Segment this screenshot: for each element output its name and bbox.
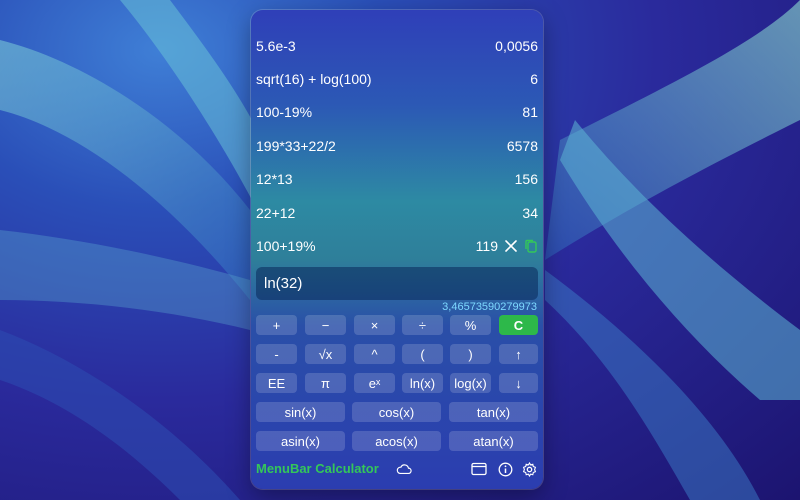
result-preview: 3,46573590279973 — [442, 301, 537, 313]
pi-button[interactable]: π — [305, 373, 346, 393]
history-row[interactable]: 100-19% 81 — [251, 102, 543, 122]
history-row[interactable]: sqrt(16) + log(100) 6 — [251, 69, 543, 89]
history-expression: 12*13 — [256, 171, 293, 187]
copy-icon[interactable] — [524, 239, 538, 253]
acos-button[interactable]: acos(x) — [352, 431, 441, 451]
gear-icon[interactable] — [521, 461, 537, 477]
history-expression: 100+19% — [256, 238, 316, 254]
tan-button[interactable]: tan(x) — [449, 402, 538, 422]
history-result: 81 — [522, 104, 538, 120]
exponent-ee-button[interactable]: EE — [256, 373, 297, 393]
history-result: 6578 — [506, 138, 538, 154]
multiply-button[interactable]: × — [354, 315, 395, 335]
history-down-button[interactable]: ↓ — [499, 373, 538, 393]
history-result: 0,0056 — [495, 38, 538, 54]
negate-button[interactable]: - — [256, 344, 297, 364]
history-expression: 22+12 — [256, 205, 296, 221]
history-up-button[interactable]: ↑ — [499, 344, 538, 364]
divide-button[interactable]: ÷ — [402, 315, 443, 335]
history-result: 156 — [514, 171, 538, 187]
info-icon[interactable] — [497, 461, 513, 477]
atan-button[interactable]: atan(x) — [449, 431, 538, 451]
exp-button[interactable]: eˣ — [354, 373, 395, 393]
log-button[interactable]: log(x) — [450, 373, 491, 393]
close-paren-button[interactable]: ) — [450, 344, 491, 364]
delete-icon[interactable] — [504, 239, 518, 253]
history-expression: 199*33+22/2 — [256, 138, 336, 154]
power-button[interactable]: ^ — [354, 344, 395, 364]
plus-button[interactable]: + — [256, 315, 297, 335]
history-result: 119 — [475, 238, 498, 254]
window-icon[interactable] — [471, 461, 487, 477]
sqrt-button[interactable]: √x — [305, 344, 346, 364]
expression-input[interactable]: ln(32) — [256, 267, 538, 300]
history-row[interactable]: 199*33+22/2 6578 — [251, 136, 543, 156]
history-expression: 5.6e-3 — [256, 38, 296, 54]
cloud-icon[interactable] — [396, 461, 412, 477]
asin-button[interactable]: asin(x) — [256, 431, 345, 451]
percent-button[interactable]: % — [450, 315, 491, 335]
history-result: 6 — [530, 71, 538, 87]
open-paren-button[interactable]: ( — [402, 344, 443, 364]
history-expression: 100-19% — [256, 104, 313, 120]
history-row[interactable]: 12*13 156 — [251, 169, 543, 189]
history-row[interactable]: 100+19% 119 — [251, 236, 543, 256]
ln-button[interactable]: ln(x) — [402, 373, 443, 393]
sin-button[interactable]: sin(x) — [256, 402, 345, 422]
cos-button[interactable]: cos(x) — [352, 402, 441, 422]
clear-button[interactable]: C — [499, 315, 538, 335]
minus-button[interactable]: − — [305, 315, 346, 335]
calculator-panel: 5.6e-3 0,0056 sqrt(16) + log(100) 6 100-… — [251, 10, 543, 489]
history-result: 34 — [522, 205, 538, 221]
history-row[interactable]: 22+12 34 — [251, 203, 543, 223]
history-expression: sqrt(16) + log(100) — [256, 71, 372, 87]
app-title: MenuBar Calculator — [256, 461, 379, 476]
history-row[interactable]: 5.6e-3 0,0056 — [251, 36, 543, 56]
